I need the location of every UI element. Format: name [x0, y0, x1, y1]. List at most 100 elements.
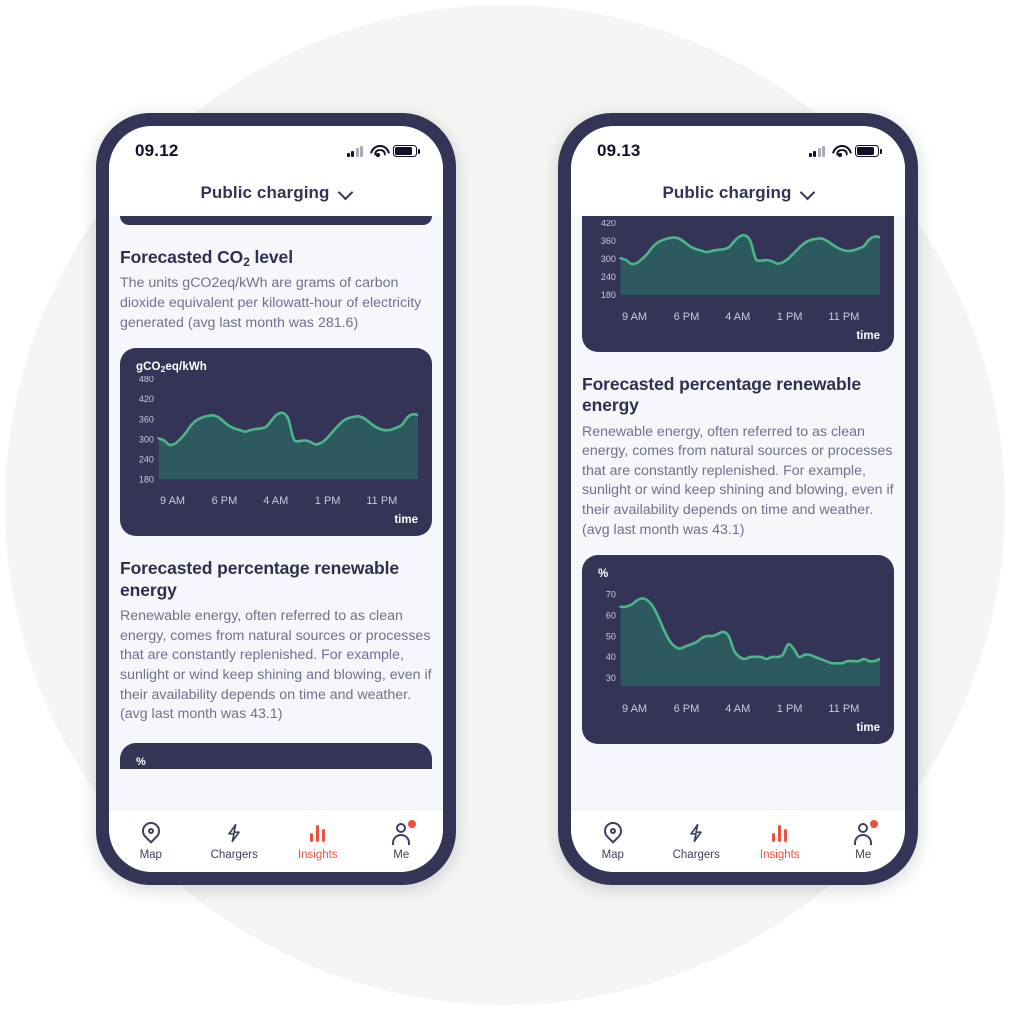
x-tick-label: 4 AM	[725, 702, 751, 715]
tab-chargers[interactable]: Chargers	[655, 822, 739, 861]
svg-text:240: 240	[601, 272, 616, 282]
x-axis-labels-co2: 9 AM 6 PM 4 AM 1 PM 11 PM	[134, 495, 418, 507]
svg-text:40: 40	[606, 652, 616, 662]
svg-text:70: 70	[606, 590, 616, 600]
signal-bars-icon	[346, 145, 363, 157]
x-tick-label: 11 PM	[828, 310, 860, 323]
svg-text:420: 420	[601, 220, 616, 228]
x-axis-title-renewable: time	[856, 721, 880, 734]
section-co2: Forecasted CO2 level The units gCO2eq/kW…	[109, 247, 443, 537]
tab-map[interactable]: Map	[571, 822, 655, 861]
page-title-renewable: Forecasted percentage renewable energy	[120, 558, 399, 600]
next-card-peek: %	[120, 742, 432, 769]
app-header[interactable]: Public charging	[571, 170, 905, 216]
wifi-icon	[832, 145, 848, 157]
page-root: 09.12 Public charging Forecasted CO2 lev…	[0, 0, 1010, 1010]
signal-bars-icon	[808, 145, 825, 157]
tab-me[interactable]: Me	[822, 819, 906, 861]
x-tick-label: 1 PM	[776, 702, 803, 715]
tab-insights[interactable]: Insights	[738, 822, 822, 861]
chart-unit-label-renewable: %	[598, 568, 609, 581]
phone-right: 09.13 Public charging 420 360 300 240 180	[558, 113, 918, 885]
peek-card-unit-label: %	[136, 755, 146, 768]
header-title: Public charging	[200, 183, 330, 202]
svg-text:180: 180	[601, 290, 616, 300]
tab-label: Insights	[297, 848, 338, 861]
header-title: Public charging	[662, 183, 792, 202]
plot-area-co2: 480 420 360 300 240 180	[134, 376, 418, 494]
section-body-co2: The units gCO2eq/kWh are grams of carbon…	[120, 275, 422, 331]
svg-text:300: 300	[139, 434, 154, 444]
previous-card-peek	[120, 216, 432, 225]
co2-title-suffix: level	[249, 247, 294, 267]
status-icons	[346, 145, 420, 157]
status-bar: 09.13	[571, 126, 905, 170]
phone-left-screen: 09.12 Public charging Forecasted CO2 lev…	[109, 126, 443, 872]
section-body-renewable: Renewable energy, often referred to as c…	[120, 608, 432, 723]
x-axis-labels-renewable: 9 AM 6 PM 4 AM 1 PM 11 PM	[596, 703, 880, 715]
section-co2-partial: 420 360 300 240 180 9 AM 6 PM 4 AM 1 PM 11 PM ti…	[571, 216, 905, 352]
status-icons	[808, 145, 882, 157]
x-tick-label: 6 PM	[673, 310, 700, 323]
svg-text:420: 420	[139, 394, 154, 404]
phone-right-screen: 09.13 Public charging 420 360 300 240 180	[571, 126, 905, 872]
tab-bar-right[interactable]: Map Chargers Insights Me	[571, 809, 905, 872]
chevron-down-icon[interactable]	[339, 187, 352, 200]
scroll-body-left[interactable]: Forecasted CO2 level The units gCO2eq/kW…	[109, 216, 443, 809]
tab-label: Me	[855, 848, 872, 861]
plot-area-renewable: 70 60 50 40 30	[596, 583, 880, 701]
x-tick-label: 11 PM	[828, 702, 860, 715]
chart-svg-renewable: 70 60 50 40 30	[606, 590, 880, 687]
bar-chart-icon	[307, 822, 329, 844]
app-header[interactable]: Public charging	[109, 170, 443, 216]
chart-svg-co2-partial: 420 360 300 240 180	[601, 220, 880, 300]
battery-icon	[855, 145, 882, 157]
tab-label: Me	[393, 848, 410, 861]
chart-unit-label-co2: gCO2eq/kWh	[136, 361, 207, 375]
lightning-bolt-icon	[223, 822, 245, 844]
chevron-down-icon[interactable]	[801, 187, 814, 200]
tab-insights[interactable]: Insights	[276, 822, 360, 861]
svg-text:240: 240	[139, 455, 154, 465]
svg-text:300: 300	[601, 254, 616, 264]
person-icon	[852, 819, 879, 845]
co2-title-prefix: Forecasted CO	[120, 247, 244, 267]
scroll-body-right[interactable]: 420 360 300 240 180 9 AM 6 PM 4 AM 1 PM 11 PM ti…	[571, 216, 905, 809]
tab-label: Map	[139, 848, 162, 861]
x-axis-title-co2: time	[394, 514, 418, 527]
status-bar: 09.12	[109, 126, 443, 170]
chart-card-co2: gCO2eq/kWh 480 420 360 300 240 180 9 AM 6 PM 4 …	[120, 348, 432, 537]
x-tick-label: 9 AM	[160, 495, 186, 508]
person-icon	[390, 819, 417, 845]
tab-label: Chargers	[210, 848, 258, 861]
x-tick-label: 4 AM	[725, 310, 751, 323]
status-clock: 09.12	[135, 141, 179, 160]
plot-area-co2-partial: 420 360 300 240 180	[596, 220, 880, 310]
x-tick-label: 9 AM	[622, 310, 648, 323]
chart-card-renewable: % 70 60 50 40 30 9 AM 6 PM 4 AM 1 PM 11 PM time	[582, 555, 894, 744]
tab-map[interactable]: Map	[109, 822, 193, 861]
page-title-co2: Forecasted CO2 level	[120, 247, 432, 269]
map-pin-icon	[602, 822, 624, 844]
page-title-renewable: Forecasted percentage renewable energy	[582, 373, 861, 416]
tab-chargers[interactable]: Chargers	[193, 822, 277, 861]
svg-text:480: 480	[139, 376, 154, 384]
tab-bar-left[interactable]: Map Chargers Insights Me	[109, 809, 443, 872]
chart-card-co2-partial: 420 360 300 240 180 9 AM 6 PM 4 AM 1 PM 11 PM ti…	[582, 216, 894, 352]
x-tick-label: 9 AM	[622, 702, 648, 715]
svg-text:360: 360	[601, 236, 616, 246]
tab-label: Insights	[759, 848, 800, 861]
x-tick-label: 1 PM	[314, 495, 341, 508]
lightning-bolt-icon	[685, 822, 707, 844]
x-tick-label: 6 PM	[673, 702, 700, 715]
notification-badge	[408, 819, 417, 828]
battery-icon	[393, 145, 420, 157]
x-axis-labels-co2-partial: 9 AM 6 PM 4 AM 1 PM 11 PM	[596, 311, 880, 323]
wifi-icon	[370, 145, 386, 157]
x-tick-label: 6 PM	[211, 495, 238, 508]
x-axis-title-co2-partial: time	[856, 329, 880, 342]
svg-text:30: 30	[606, 673, 616, 683]
section-renewable: Forecasted percentage renewable energy R…	[571, 374, 905, 744]
tab-me[interactable]: Me	[360, 819, 444, 861]
svg-text:360: 360	[139, 414, 154, 424]
